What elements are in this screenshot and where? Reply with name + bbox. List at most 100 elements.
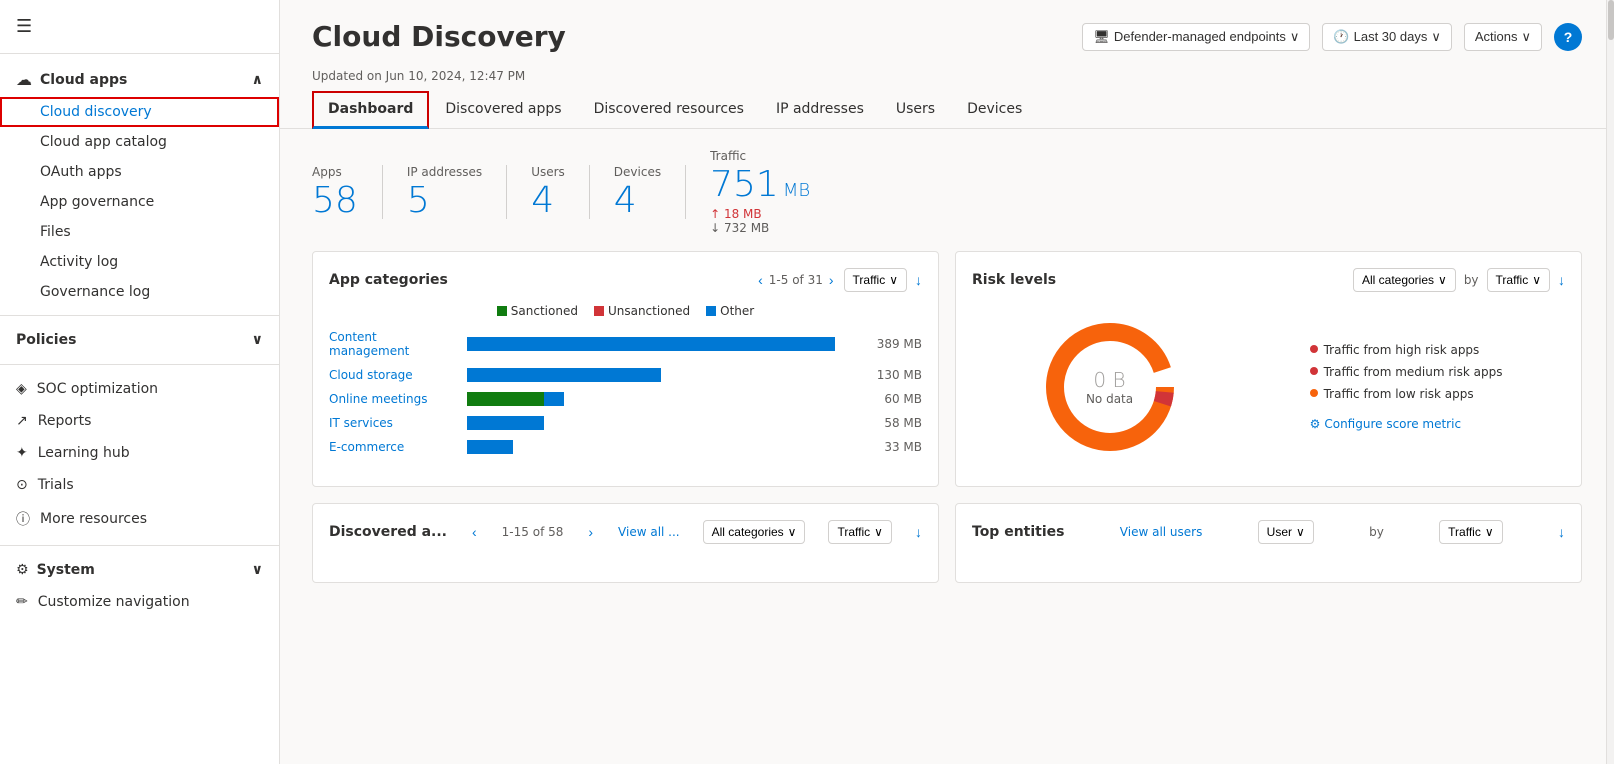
sidebar-item-governance-log[interactable]: Governance log: [0, 277, 279, 307]
time-range-button[interactable]: 🕐 Last 30 days ∨: [1322, 23, 1451, 51]
system-section[interactable]: ⚙ System ∨: [0, 554, 279, 586]
upload-arrow-icon: ↑: [710, 207, 724, 221]
app-categories-download-button[interactable]: ↓: [915, 272, 922, 288]
cloud-apps-section[interactable]: ☁ Cloud apps ∧: [0, 62, 279, 97]
top-entities-card: Top entities View all users User ∨ by Tr…: [955, 503, 1582, 583]
tabs-bar: Dashboard Discovered apps Discovered res…: [280, 91, 1614, 129]
scrollbar-thumb[interactable]: [1608, 0, 1614, 40]
bar-row-cloud-storage: Cloud storage 130 MB: [329, 368, 922, 382]
system-icon: ⚙: [16, 562, 29, 578]
bar-value-cloud-storage: 130 MB: [862, 368, 922, 382]
discovered-by-chevron-icon: ∨: [874, 525, 883, 539]
bar-label-online-meetings[interactable]: Online meetings: [329, 392, 459, 406]
stat-users: Users 4: [531, 165, 590, 219]
page-header: Cloud Discovery 🖥 Defender-managed endpo…: [280, 0, 1614, 65]
stats-row: Apps 58 IP addresses 5 Users 4 Devices 4…: [280, 129, 1614, 251]
legend-other: Other: [706, 304, 754, 318]
tab-users[interactable]: Users: [880, 91, 951, 129]
sidebar-item-reports[interactable]: ↗ Reports: [0, 405, 279, 437]
discovered-apps-next[interactable]: ›: [586, 524, 595, 540]
view-all-link[interactable]: View all ...: [618, 525, 680, 539]
bar-track-online-meetings: [467, 392, 854, 406]
tab-ip-addresses[interactable]: IP addresses: [760, 91, 880, 129]
sidebar-item-learning-hub[interactable]: ✦ Learning hub: [0, 437, 279, 469]
sidebar: ☰ ☁ Cloud apps ∧ Cloud discovery Cloud a…: [0, 0, 280, 764]
tab-dashboard[interactable]: Dashboard: [312, 91, 429, 129]
discovered-apps-download[interactable]: ↓: [915, 524, 922, 540]
bar-label-cloud-storage[interactable]: Cloud storage: [329, 368, 459, 382]
configure-score-metric-link[interactable]: ⚙ Configure score metric: [1310, 417, 1503, 431]
filter-chevron-icon: ∨: [889, 273, 898, 287]
bar-value-ecommerce: 33 MB: [862, 440, 922, 454]
endpoints-button[interactable]: 🖥 Defender-managed endpoints ∨: [1082, 23, 1310, 51]
traffic-up-value: 18 MB: [724, 207, 762, 221]
discovered-apps-prev[interactable]: ‹: [470, 524, 479, 540]
donut-container: 0 B No data Traffic from high risk apps …: [972, 304, 1565, 470]
discovered-apps-filter-button[interactable]: All categories ∨: [703, 520, 806, 544]
legend-sanctioned: Sanctioned: [497, 304, 578, 318]
traffic-unit: MB: [783, 180, 810, 201]
tab-devices[interactable]: Devices: [951, 91, 1038, 129]
sidebar-item-activity-log[interactable]: Activity log: [0, 247, 279, 277]
traffic-down-value: 732 MB: [724, 221, 769, 235]
bar-value-it-services: 58 MB: [862, 416, 922, 430]
discovered-apps-by-filter[interactable]: Traffic ∨: [828, 520, 891, 544]
bar-row-online-meetings: Online meetings 60 MB: [329, 392, 922, 406]
risk-download-button[interactable]: ↓: [1558, 272, 1565, 288]
top-entities-filter-button[interactable]: User ∨: [1258, 520, 1314, 544]
next-page-button[interactable]: ›: [827, 272, 836, 288]
low-risk-dot: [1310, 389, 1318, 397]
stat-devices: Devices 4: [614, 165, 686, 219]
sidebar-item-trials[interactable]: ⊙ Trials: [0, 469, 279, 501]
unsanctioned-dot: [594, 306, 604, 316]
tab-discovered-apps[interactable]: Discovered apps: [429, 91, 577, 129]
bar-label-content-management[interactable]: Content management: [329, 330, 459, 358]
sidebar-item-customize-navigation[interactable]: ✏ Customize navigation: [0, 586, 279, 618]
time-icon: 🕐: [1333, 29, 1349, 45]
scrollbar-track[interactable]: [1606, 0, 1614, 764]
sidebar-item-cloud-discovery[interactable]: Cloud discovery: [0, 97, 279, 127]
risk-by-filter-button[interactable]: Traffic ∨: [1487, 268, 1550, 292]
policies-label: Policies: [16, 332, 76, 348]
page-title: Cloud Discovery: [312, 20, 566, 53]
discovered-filter-chevron-icon: ∨: [788, 525, 797, 539]
view-all-users-link[interactable]: View all users: [1120, 525, 1203, 539]
bar-track-cloud-storage: [467, 368, 854, 382]
prev-page-button[interactable]: ‹: [756, 272, 765, 288]
sidebar-item-app-governance[interactable]: App governance: [0, 187, 279, 217]
top-entities-download[interactable]: ↓: [1558, 524, 1565, 540]
bar-segment-other-meetings: [544, 392, 563, 406]
risk-levels-card: Risk levels All categories ∨ by Traffic …: [955, 251, 1582, 487]
bar-label-it-services[interactable]: IT services: [329, 416, 459, 430]
high-risk-dot: [1310, 345, 1318, 353]
tab-discovered-resources[interactable]: Discovered resources: [578, 91, 760, 129]
updated-timestamp: Updated on Jun 10, 2024, 12:47 PM: [280, 65, 1614, 91]
policies-section[interactable]: Policies ∨: [0, 324, 279, 356]
policies-chevron: ∨: [252, 332, 263, 348]
donut-chart: 0 B No data: [1035, 312, 1185, 462]
medium-risk-dot: [1310, 367, 1318, 375]
sidebar-item-more-resources[interactable]: ⓘ More resources: [0, 501, 279, 537]
sidebar-item-cloud-app-catalog[interactable]: Cloud app catalog: [0, 127, 279, 157]
top-entities-title: Top entities: [972, 524, 1064, 540]
bar-value-online-meetings: 60 MB: [862, 392, 922, 406]
more-resources-icon: ⓘ: [16, 509, 30, 529]
header-controls: 🖥 Defender-managed endpoints ∨ 🕐 Last 30…: [1082, 23, 1582, 51]
top-entities-by-filter[interactable]: Traffic ∨: [1439, 520, 1502, 544]
bar-row-it-services: IT services 58 MB: [329, 416, 922, 430]
stat-traffic: Traffic 751 MB ↑ 18 MB ↓ 732 MB: [710, 149, 834, 235]
app-categories-filter-button[interactable]: Traffic ∨: [844, 268, 907, 292]
hamburger-menu[interactable]: ☰: [0, 0, 279, 45]
help-button[interactable]: ?: [1554, 23, 1582, 51]
risk-by-label: by: [1464, 273, 1479, 287]
customize-icon: ✏: [16, 594, 28, 610]
donut-label: No data: [1086, 392, 1133, 406]
other-dot: [706, 306, 716, 316]
risk-categories-filter-button[interactable]: All categories ∨: [1353, 268, 1456, 292]
sidebar-item-soc-optimization[interactable]: ◈ SOC optimization: [0, 373, 279, 405]
risk-legend: Traffic from high risk apps Traffic from…: [1310, 343, 1503, 431]
actions-button[interactable]: Actions ∨: [1464, 23, 1542, 51]
bar-label-ecommerce[interactable]: E-commerce: [329, 440, 459, 454]
sidebar-item-files[interactable]: Files: [0, 217, 279, 247]
sidebar-item-oauth-apps[interactable]: OAuth apps: [0, 157, 279, 187]
